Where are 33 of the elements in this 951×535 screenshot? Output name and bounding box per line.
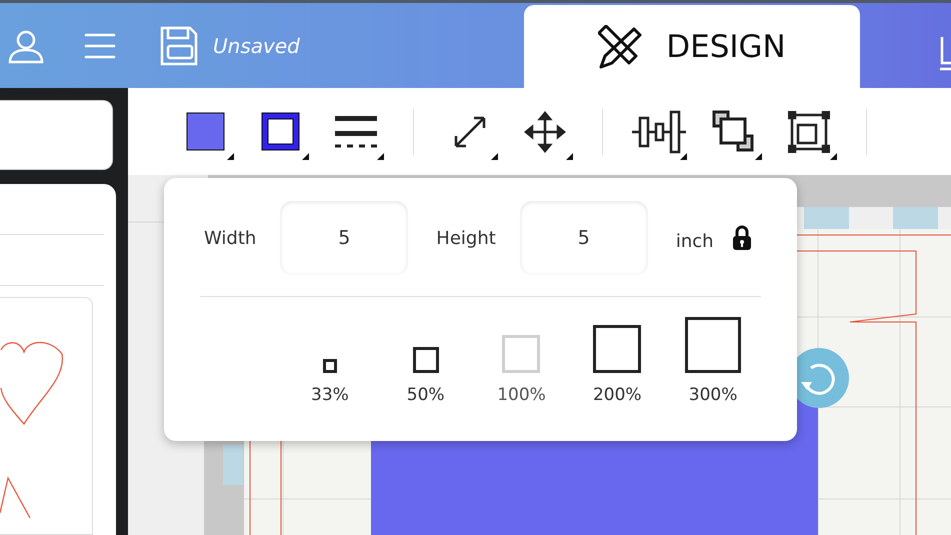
tab-icon[interactable] xyxy=(940,37,951,71)
caret-icon xyxy=(755,152,762,160)
unit-label: inch xyxy=(676,230,714,252)
scale-option[interactable]: 300% xyxy=(665,317,761,405)
move-icon xyxy=(524,110,566,152)
height-label: Height xyxy=(436,228,496,248)
menu-icon[interactable] xyxy=(84,32,116,60)
diagonal-arrow-icon xyxy=(453,114,487,148)
bounding-box-icon xyxy=(788,110,830,152)
search-field[interactable] xyxy=(0,100,113,170)
line-style-icon xyxy=(335,114,377,150)
scale-option[interactable]: 33% xyxy=(282,359,378,405)
caret-icon xyxy=(227,152,234,160)
caret-icon xyxy=(302,152,309,160)
fill-swatch-icon xyxy=(186,112,226,152)
caret-icon xyxy=(680,152,687,160)
scale-option[interactable]: 200% xyxy=(569,325,666,405)
lock-icon[interactable] xyxy=(732,225,752,251)
caret-icon xyxy=(377,152,384,160)
pencil-ruler-icon xyxy=(598,24,644,68)
align-icon xyxy=(632,110,686,154)
design-tab[interactable]: DESIGN xyxy=(524,5,860,88)
caret-icon xyxy=(566,152,573,160)
scale-option[interactable]: 50% xyxy=(378,347,474,405)
height-field[interactable]: 5 xyxy=(520,201,648,275)
stroke-swatch-icon xyxy=(261,112,301,152)
width-field[interactable]: 5 xyxy=(280,201,408,275)
overlap-squares-icon xyxy=(712,110,756,154)
save-status: Unsaved xyxy=(213,34,300,58)
save-icon[interactable] xyxy=(159,24,199,66)
width-label: Width xyxy=(204,228,256,248)
caret-icon xyxy=(830,152,837,160)
caret-icon xyxy=(491,152,498,160)
